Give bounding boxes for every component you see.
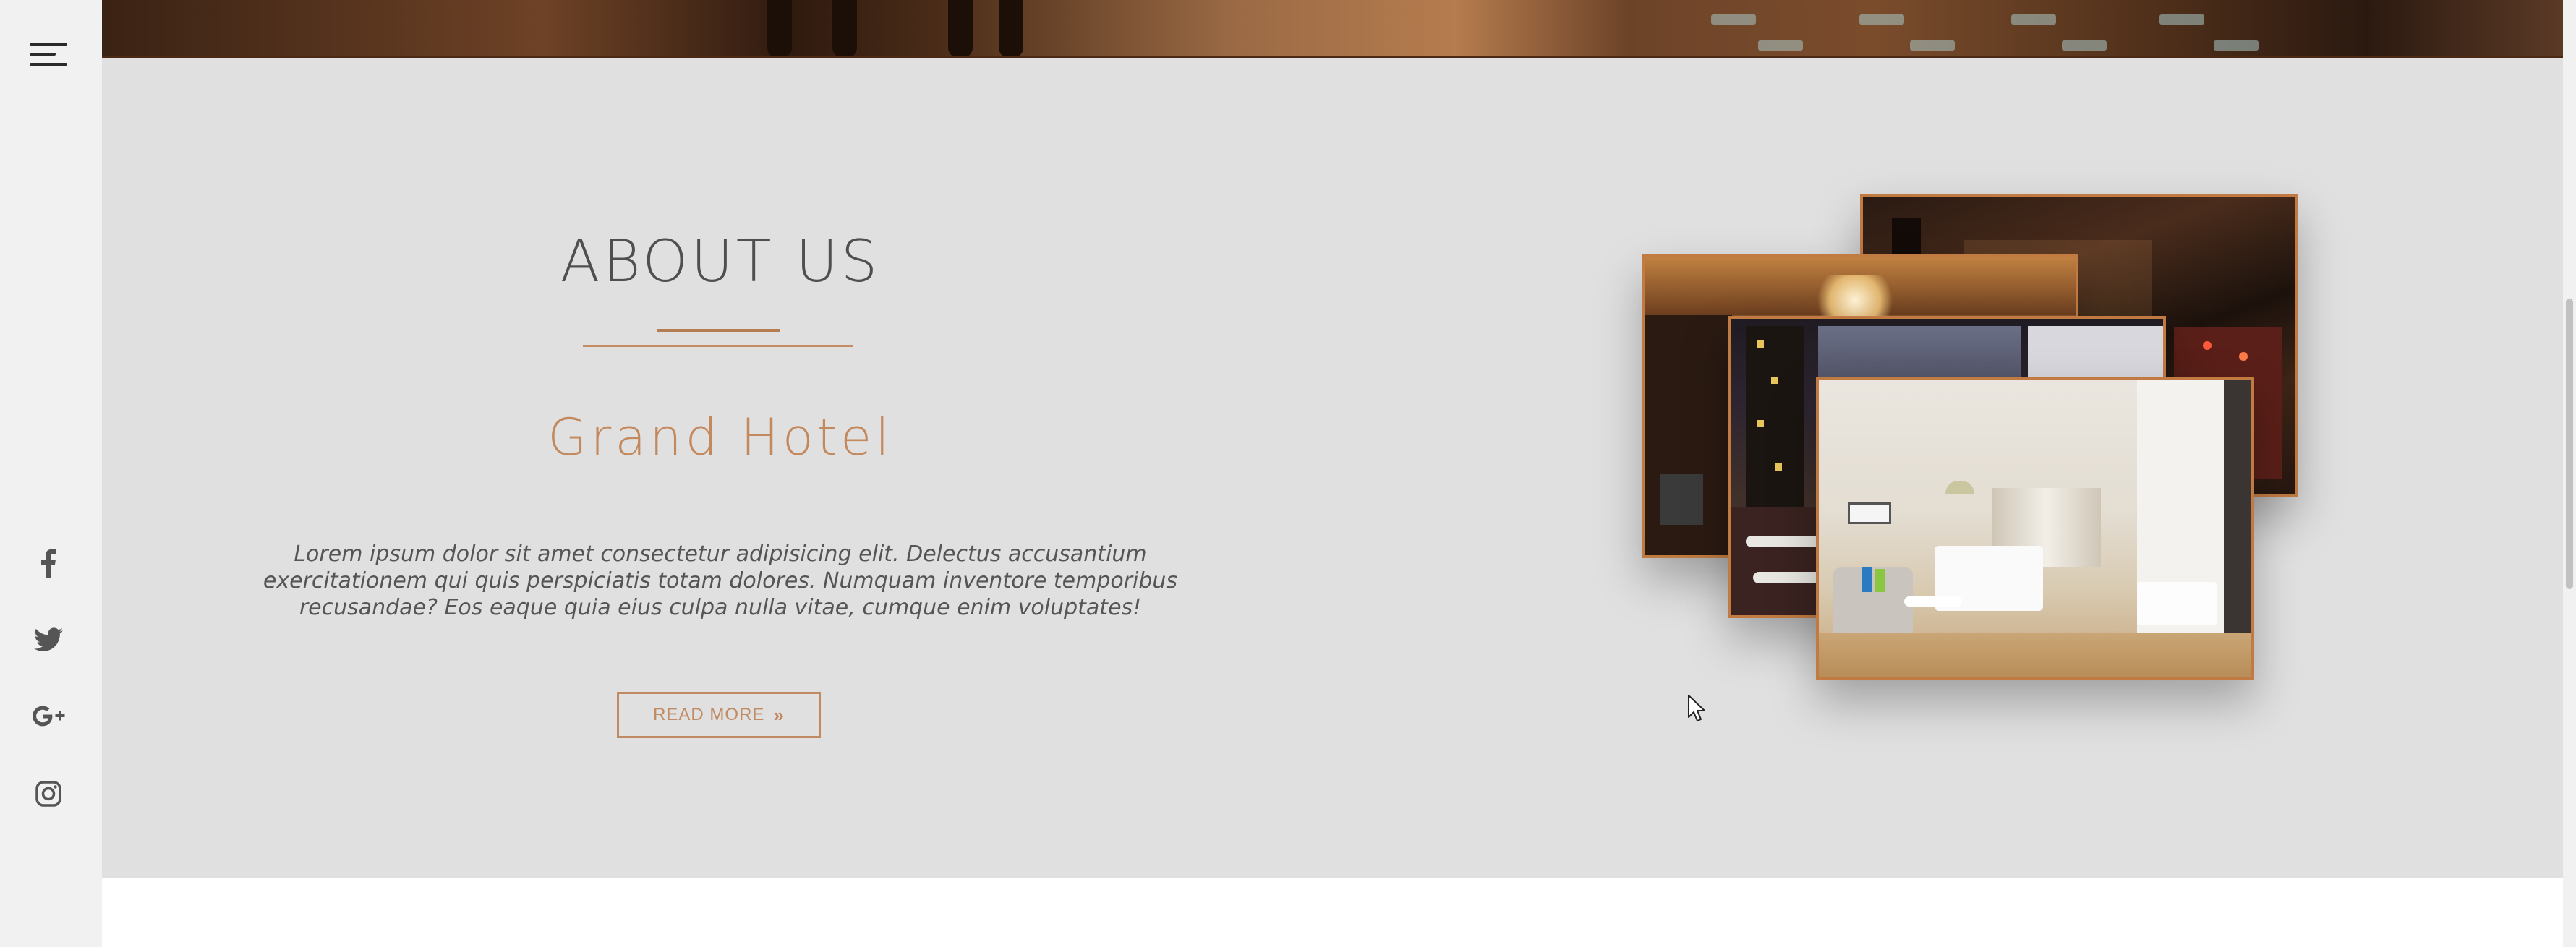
decor-shape xyxy=(2011,14,2056,25)
decor-shape xyxy=(2159,14,2204,25)
title-divider xyxy=(583,345,853,347)
hamburger-menu-icon[interactable] xyxy=(30,40,67,69)
hotel-name: Grand Hotel xyxy=(547,408,893,467)
decor-shape xyxy=(767,0,792,56)
decor-shape xyxy=(948,0,973,56)
mouse-cursor-icon xyxy=(1687,694,1706,727)
hero-image-strip xyxy=(102,0,2563,58)
decor-shape xyxy=(2214,40,2259,51)
about-description: Lorem ipsum dolor sit amet consectetur a… xyxy=(263,541,1178,620)
decor-shape xyxy=(832,0,857,56)
decor-shape xyxy=(1859,14,1904,25)
twitter-icon[interactable] xyxy=(29,620,68,659)
read-more-label: READ MORE xyxy=(653,705,765,724)
title-divider-accent xyxy=(657,329,780,332)
decor-shape xyxy=(1910,40,1955,51)
google-plus-icon[interactable] xyxy=(29,697,68,736)
decor-shape xyxy=(1758,40,1803,51)
facebook-icon[interactable] xyxy=(29,544,68,583)
section-title: ABOUT US xyxy=(560,228,881,295)
hotel-photo-room xyxy=(1816,377,2254,680)
decor-shape xyxy=(999,0,1023,56)
scrollbar-thumb[interactable] xyxy=(2566,299,2573,589)
read-more-button[interactable]: READ MORE » xyxy=(617,692,821,738)
sidebar xyxy=(0,0,102,947)
decor-shape xyxy=(1711,14,1756,25)
double-chevron-right-icon: » xyxy=(773,703,785,726)
decor-shape xyxy=(2062,40,2107,51)
instagram-icon[interactable] xyxy=(29,774,68,813)
next-section xyxy=(102,878,2563,947)
